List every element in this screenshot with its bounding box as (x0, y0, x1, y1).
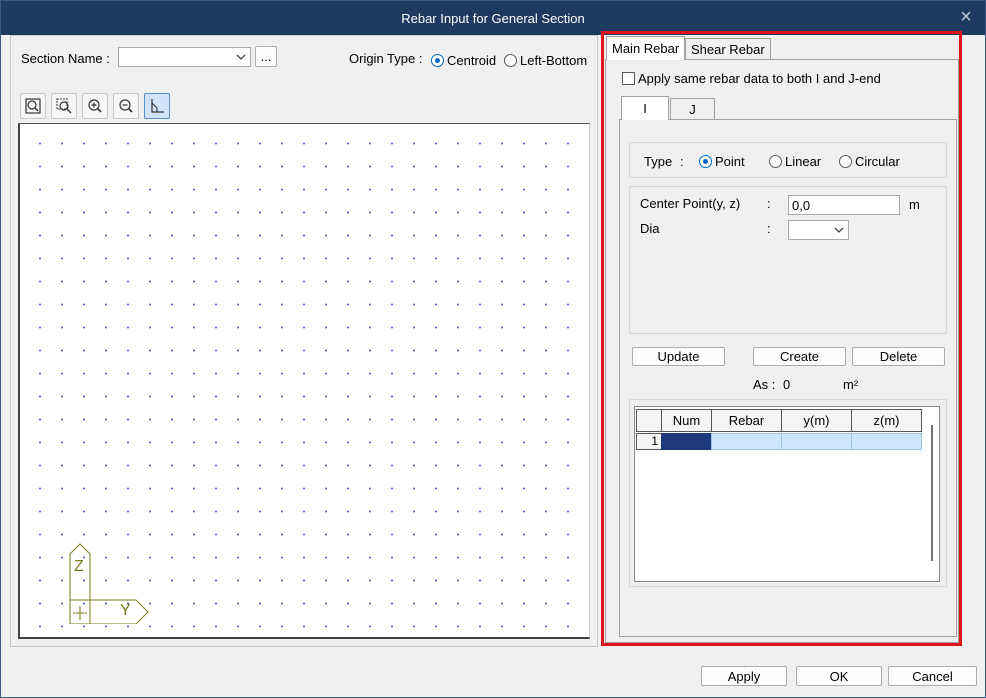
axis-symbol-icon (69, 543, 149, 624)
section-drawing-canvas[interactable]: Z Y (18, 123, 590, 639)
type-linear-radio[interactable] (769, 155, 782, 168)
column-header-rebar[interactable]: Rebar (711, 409, 782, 432)
update-button[interactable]: Update (632, 347, 725, 366)
origin-type-label: Origin Type : (349, 51, 423, 66)
column-header-y[interactable]: y(m) (781, 409, 852, 432)
dia-label: Dia (640, 221, 660, 236)
zoom-window-icon (56, 98, 72, 114)
tab-main-rebar[interactable]: Main Rebar (606, 36, 686, 60)
table-corner-header (636, 409, 662, 432)
center-point-unit: m (909, 197, 920, 212)
tab-j-end[interactable]: J (670, 98, 715, 120)
zoom-out-icon (119, 99, 133, 113)
type-label: Type (644, 154, 673, 169)
apply-button[interactable]: Apply (701, 666, 787, 686)
type-circular-radio[interactable] (839, 155, 852, 168)
apply-same-label: Apply same rebar data to both I and J-en… (638, 71, 881, 86)
delete-button[interactable]: Delete (852, 347, 945, 366)
tab-shear-rebar[interactable]: Shear Rebar (685, 38, 771, 60)
origin-centroid-radio[interactable] (431, 54, 444, 67)
chevron-down-icon (834, 227, 844, 233)
type-point-radio[interactable] (699, 155, 712, 168)
section-name-label: Section Name : (21, 51, 110, 66)
zoom-in-icon (88, 99, 102, 113)
dia-dropdown[interactable] (788, 220, 849, 240)
table-cell-y[interactable] (781, 433, 852, 450)
origin-centroid-label: Centroid (447, 53, 497, 68)
axis-z-label: Z (74, 558, 84, 575)
window-title: Rebar Input for General Section (401, 10, 585, 26)
zoom-out-button[interactable] (113, 93, 139, 119)
origin-left-bottom-label: Left-Bottom (520, 53, 588, 68)
tab-i-end[interactable]: I (621, 96, 669, 120)
create-button[interactable]: Create (753, 347, 846, 366)
column-header-z[interactable]: z(m) (851, 409, 922, 432)
column-header-num[interactable]: Num (661, 409, 712, 432)
ok-button[interactable]: OK (796, 666, 882, 686)
center-point-colon: : (767, 196, 771, 211)
axis-toggle-icon (151, 99, 164, 113)
section-browse-button[interactable]: ... (255, 46, 277, 67)
axis-toggle-button[interactable] (144, 93, 170, 119)
close-icon[interactable]: × (957, 7, 975, 27)
title-bar: Rebar Input for General Section × (1, 1, 985, 35)
center-point-label: Center Point(y, z) (640, 196, 741, 211)
type-linear-label: Linear (785, 154, 822, 169)
dia-colon: : (767, 221, 771, 236)
axis-y-label: Y (120, 602, 131, 619)
cancel-button[interactable]: Cancel (888, 666, 977, 686)
table-cell-z[interactable] (851, 433, 922, 450)
origin-left-bottom-radio[interactable] (504, 54, 517, 67)
table-cell-num[interactable] (661, 433, 712, 450)
type-colon: : (680, 154, 684, 169)
zoom-window-button[interactable] (51, 93, 77, 119)
dialog-window: Rebar Input for General Section × Sectio… (0, 0, 986, 698)
zoom-fit-icon (25, 98, 41, 114)
zoom-fit-button[interactable] (20, 93, 46, 119)
zoom-in-button[interactable] (82, 93, 108, 119)
table-scrollbar[interactable] (931, 425, 933, 561)
center-point-input[interactable]: 0,0 (788, 195, 900, 215)
table-cell-rebar[interactable] (711, 433, 782, 450)
row-index-1[interactable]: 1 (636, 433, 662, 450)
rebar-table[interactable]: Num Rebar y(m) z(m) 1 (634, 406, 940, 582)
chevron-down-icon (236, 54, 246, 60)
type-circular-label: Circular (855, 154, 900, 169)
as-unit: m² (843, 377, 859, 392)
apply-same-checkbox[interactable] (622, 72, 635, 85)
as-label: As : (753, 377, 776, 392)
type-point-label: Point (715, 154, 745, 169)
as-value: 0 (783, 377, 791, 392)
section-name-dropdown[interactable] (118, 47, 251, 67)
